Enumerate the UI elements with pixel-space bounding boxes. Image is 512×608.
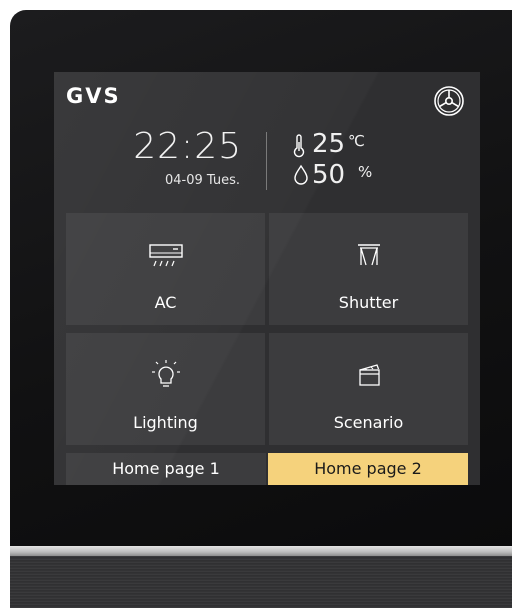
tile-label: Lighting (133, 413, 198, 432)
air-conditioner-icon (146, 239, 186, 275)
tile-lighting[interactable]: Lighting (66, 333, 265, 445)
temperature-unit: ℃ (348, 132, 365, 150)
lightbulb-icon (146, 359, 186, 395)
page-tab-home-2[interactable]: Home page 2 (268, 453, 468, 485)
device-base (10, 556, 512, 608)
clock-date: 04-09 Tues. (164, 173, 240, 188)
settings-gear-icon[interactable] (432, 84, 466, 118)
status-divider (266, 132, 267, 190)
page-tab-home-1[interactable]: Home page 1 (66, 453, 266, 485)
humidity-value: 50 (312, 160, 346, 190)
curtain-icon (349, 239, 389, 275)
chrome-strip (10, 546, 512, 556)
humidity-unit: % (358, 163, 373, 181)
tile-ac[interactable]: AC (66, 213, 265, 325)
brand-logo: GVS (66, 84, 121, 108)
clock-time: 22:25 (133, 126, 242, 167)
touch-screen: GVS 22:25 04-09 Tues. 25 ℃ 50 % AC Shutt… (54, 72, 480, 485)
tile-scenario[interactable]: Scenario (269, 333, 468, 445)
tile-shutter[interactable]: Shutter (269, 213, 468, 325)
humidity-drop-icon (292, 164, 310, 186)
tile-label: AC (154, 293, 177, 312)
tile-label: Shutter (338, 293, 399, 312)
tile-label: Scenario (333, 413, 404, 432)
thermometer-icon (292, 134, 306, 158)
clapperboard-icon (349, 359, 389, 395)
temperature-value: 25 (312, 129, 346, 159)
